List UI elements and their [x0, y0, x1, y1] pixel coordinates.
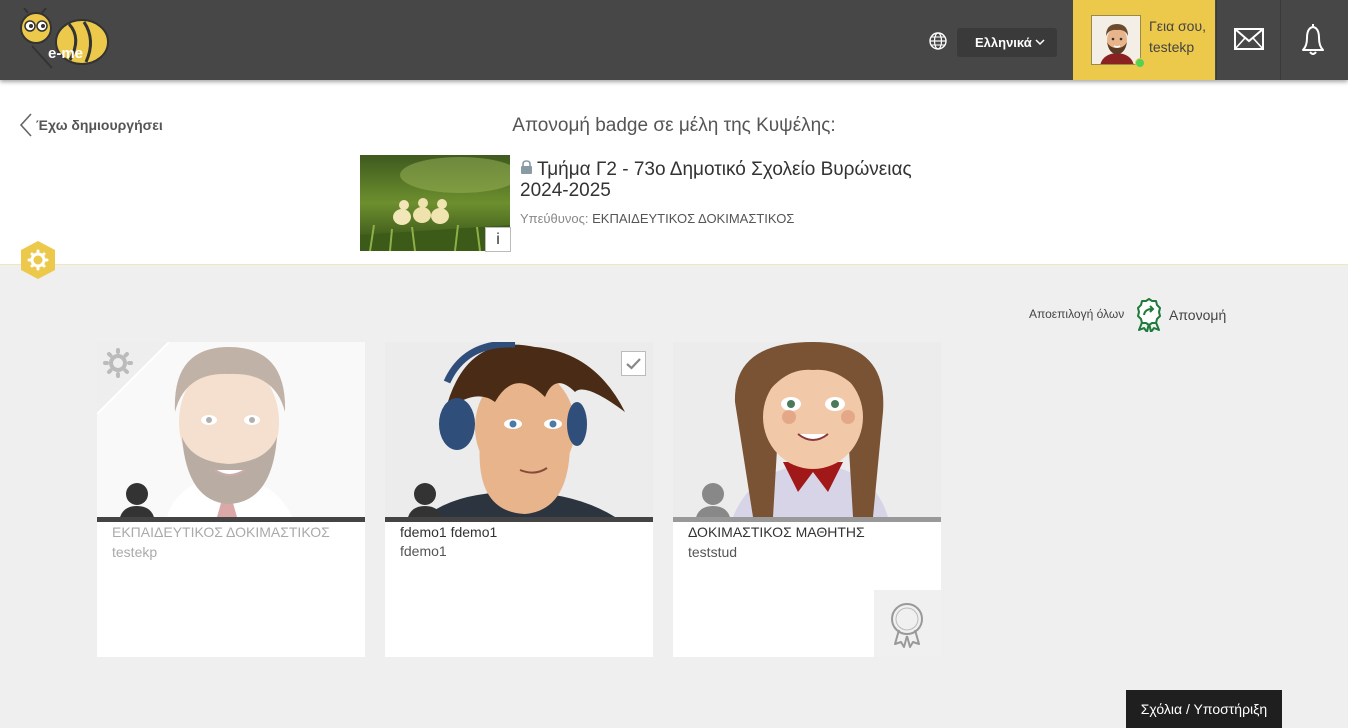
- hive-responsible: Υπεύθυνος: ΕΚΠΑΙΔΕΥΤΙΚΟΣ ΔΟΚΙΜΑΣΤΙΚΟΣ: [520, 211, 794, 226]
- member-full-name: ΕΚΠΑΙΔΕΥΤΙΚΟΣ ΔΟΚΙΜΑΣΤΙΚΟΣ: [112, 524, 330, 540]
- settings-hex-button[interactable]: [20, 240, 56, 280]
- user-menu[interactable]: Γεια σου, testekp: [1073, 0, 1215, 80]
- responsible-label: Υπεύθυνος:: [520, 211, 589, 226]
- card-divider: [385, 517, 653, 522]
- award-badge-icon: [1137, 298, 1161, 332]
- username-text: testekp: [1149, 39, 1195, 55]
- mail-icon: [1234, 28, 1264, 50]
- greeting-text: Γεια σου,: [1149, 18, 1207, 34]
- bell-icon: [1302, 24, 1324, 55]
- lock-icon: [521, 160, 532, 174]
- member-full-name: ΔΟΚΙΜΑΣΤΙΚΟΣ ΜΑΘΗΤΗΣ: [688, 524, 865, 540]
- gear-icon: [97, 342, 169, 414]
- card-divider: [97, 517, 365, 522]
- messages-button[interactable]: [1216, 0, 1279, 80]
- hive-info-button[interactable]: i: [485, 227, 511, 252]
- member-card: ΕΚΠΑΙΔΕΥΤΙΚΟΣ ΔΟΚΙΜΑΣΤΙΚΟΣ testekp: [97, 342, 365, 657]
- hive-name-text: Τμήμα Γ2 - 73ο Δημοτικό Σχολείο Βυρώνεια…: [520, 159, 912, 201]
- logo-text: e-me: [48, 45, 83, 62]
- card-divider: [673, 517, 941, 522]
- page-title: Απονομή badge σε μέλη της Κυψέλης:: [512, 115, 836, 136]
- member-username: teststud: [688, 544, 738, 560]
- top-bar: e-me Ελληνικά Γεια σου, testekp: [0, 0, 1348, 80]
- award-badge-button[interactable]: Απονομή: [1135, 298, 1226, 332]
- online-status-dot: [1135, 58, 1145, 68]
- member-badges-button[interactable]: [874, 590, 941, 657]
- chevron-down-icon: [1035, 39, 1045, 46]
- feedback-support-button[interactable]: Σχόλια / Υποστήριξη: [1126, 690, 1282, 728]
- person-icon: [695, 483, 731, 522]
- member-username: fdemo1: [400, 543, 447, 559]
- e-me-logo[interactable]: e-me: [14, 7, 114, 72]
- deselect-all-link[interactable]: Αποεπιλογή όλων: [1029, 307, 1124, 321]
- hive-header: Έχω δημιουργήσει Απονομή badge σε μέλη τ…: [0, 80, 1348, 279]
- award-badge-label: Απονομή: [1169, 307, 1227, 323]
- globe-icon[interactable]: [928, 31, 948, 51]
- hive-name: Τμήμα Γ2 - 73ο Δημοτικό Σχολείο Βυρώνεια…: [520, 159, 940, 201]
- responsible-name: ΕΚΠΑΙΔΕΥΤΙΚΟΣ ΔΟΚΙΜΑΣΤΙΚΟΣ: [592, 211, 795, 226]
- member-username: testekp: [112, 544, 158, 560]
- award-ribbon-icon: [891, 603, 923, 648]
- member-card[interactable]: fdemo1 fdemo1 fdemo1: [385, 342, 653, 657]
- language-label: Ελληνικά: [975, 35, 1032, 50]
- language-select[interactable]: Ελληνικά: [957, 28, 1057, 57]
- member-full-name: fdemo1 fdemo1: [400, 524, 498, 540]
- member-select-checkbox[interactable]: [621, 351, 646, 376]
- checkmark-icon: [626, 358, 641, 370]
- notifications-button[interactable]: [1280, 0, 1348, 80]
- person-icon: [119, 483, 155, 522]
- person-icon: [407, 483, 443, 522]
- member-card[interactable]: ΔΟΚΙΜΑΣΤΙΚΟΣ ΜΑΘΗΤΗΣ teststud: [673, 342, 941, 657]
- user-avatar: [1091, 15, 1141, 65]
